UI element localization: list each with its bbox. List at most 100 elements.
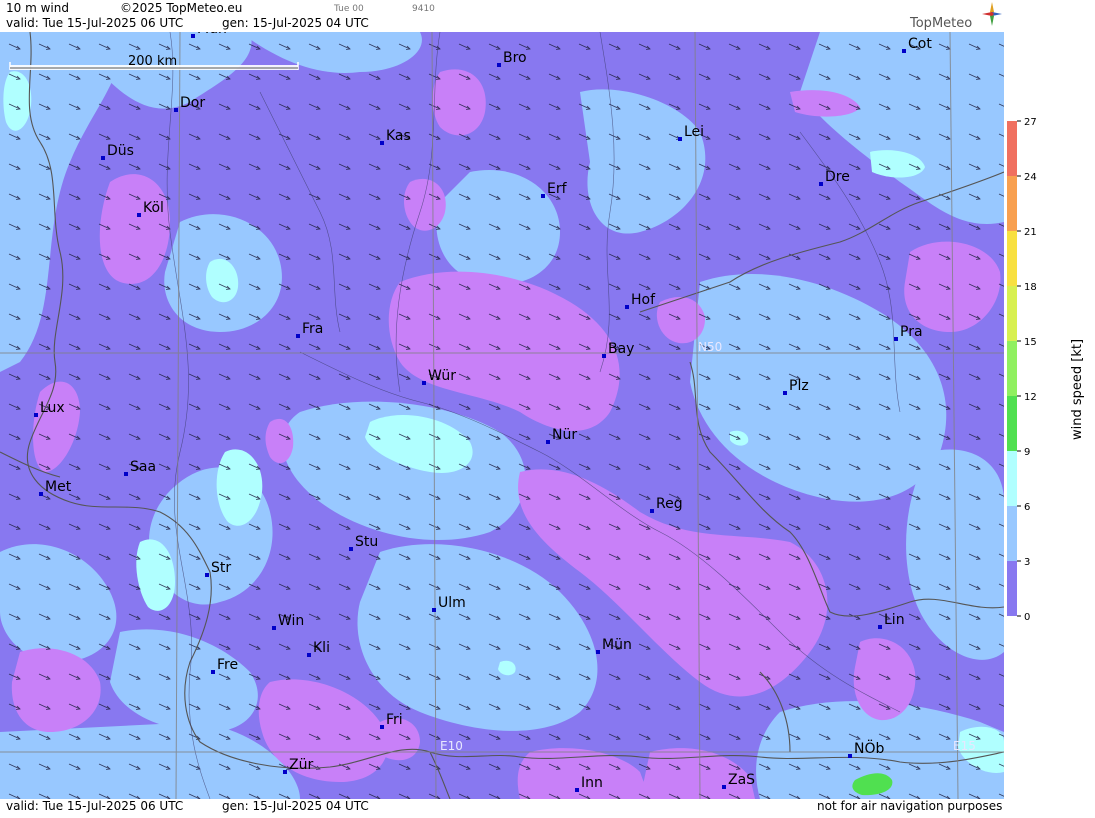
legend-tick-label: 27: [1024, 117, 1037, 128]
city-label: Saa: [130, 459, 156, 475]
footer-gen: gen: 15-Jul-2025 04 UTC: [222, 799, 369, 813]
legend-color-segment: [1007, 295, 1017, 305]
product-title: 10 m wind: [6, 1, 69, 15]
city-label: Inn: [581, 775, 603, 791]
legend-tick-label: 9: [1024, 447, 1030, 458]
legend-tick-label: 0: [1024, 612, 1030, 623]
run-label: Tue 00: [334, 4, 364, 14]
city-dot: [602, 354, 606, 358]
copyright: ©2025 TopMeteo.eu: [120, 1, 243, 15]
city-label: Nür: [552, 427, 577, 443]
city-marker: Ulm: [432, 595, 466, 612]
city-label: Erf: [547, 181, 568, 197]
city-dot: [541, 194, 545, 198]
city-dot: [497, 63, 501, 67]
city-dot: [296, 334, 300, 338]
city-dot: [124, 472, 128, 476]
legend-color-segment: [1007, 515, 1017, 525]
legend-color-segment: [1007, 130, 1017, 140]
city-dot: [307, 653, 311, 657]
city-dot: [34, 413, 38, 417]
legend-color-segment: [1007, 506, 1017, 516]
city-label: Plz: [789, 378, 809, 394]
city-label: Reg: [656, 496, 683, 512]
city-dot: [432, 608, 436, 612]
legend-color-segment: [1007, 121, 1017, 131]
legend-color-segment: [1007, 194, 1017, 204]
city-label: Köl: [143, 200, 164, 216]
legend-color-segment: [1007, 469, 1017, 479]
city-label: Düs: [107, 143, 134, 159]
city-dot: [722, 785, 726, 789]
city-label: Wür: [428, 368, 456, 384]
legend-color-segment: [1007, 350, 1017, 360]
legend-tick-label: 12: [1024, 392, 1037, 403]
map-canvas: N50 E10 E15 200 km Mün Bro Cot Dor Kas Lei Düs…: [0, 32, 1004, 799]
city-label: Bay: [608, 341, 634, 357]
city-dot: [878, 625, 882, 629]
city-dot: [272, 626, 276, 630]
city-label: Pra: [900, 324, 923, 340]
legend-title: wind speed [kt]: [1070, 339, 1085, 440]
city-label: Fra: [302, 321, 323, 337]
legend-color-segment: [1007, 286, 1017, 296]
valid-time: valid: Tue 15-Jul-2025 06 UTC: [6, 16, 184, 30]
city-label: Mün: [602, 637, 632, 653]
legend-color-segment: [1007, 185, 1017, 195]
lat-label-n50: N50: [698, 340, 722, 354]
legend-color-segment: [1007, 524, 1017, 534]
city-label: Lei: [684, 124, 704, 140]
legend-color-segment: [1007, 304, 1017, 314]
legend-color-segment: [1007, 405, 1017, 415]
compass-star-icon: [982, 2, 1002, 26]
legend-tick-label: 6: [1024, 502, 1030, 513]
city-dot: [39, 492, 43, 496]
legend-color-segment: [1007, 414, 1017, 424]
lon-label-e15: E15: [953, 739, 976, 753]
legend-color-segment: [1007, 396, 1017, 406]
footer: valid: Tue 15-Jul-2025 06 UTC gen: 15-Ju…: [0, 799, 1004, 814]
city-dot: [101, 156, 105, 160]
legend-tick-label: 15: [1024, 337, 1037, 348]
city-label: Kas: [386, 128, 411, 144]
legend-color-segment: [1007, 231, 1017, 241]
city-dot: [625, 305, 629, 309]
legend-color-segment: [1007, 460, 1017, 470]
legend-color-segment: [1007, 561, 1017, 571]
city-dot: [137, 213, 141, 217]
city-dot: [380, 725, 384, 729]
city-marker: NÖb: [848, 739, 884, 758]
legend-tick-label: 3: [1024, 557, 1030, 568]
city-dot: [596, 650, 600, 654]
topmeteo-logo: TopMeteo: [904, 2, 1004, 32]
legend-tick-label: 21: [1024, 227, 1037, 238]
city-dot: [902, 49, 906, 53]
footer-valid: valid: Tue 15-Jul-2025 06 UTC: [6, 799, 184, 813]
city-label: Hof: [631, 292, 656, 308]
city-dot: [205, 573, 209, 577]
footer-disclaimer: not for air navigation purposes: [817, 799, 1003, 813]
city-dot: [191, 34, 195, 38]
city-label: Fri: [386, 712, 403, 728]
legend-color-segment: [1007, 139, 1017, 149]
code-label: 9410: [412, 4, 435, 14]
city-dot: [283, 770, 287, 774]
city-label: Str: [211, 560, 231, 576]
legend-color-segment: [1007, 359, 1017, 369]
city-label: Cot: [908, 36, 932, 52]
city-label: Dre: [825, 169, 850, 185]
city-label: Win: [278, 613, 304, 629]
legend-color-segment: [1007, 570, 1017, 580]
city-label: Zür: [289, 757, 313, 773]
city-label: Fre: [217, 657, 238, 673]
legend-tick-label: 18: [1024, 282, 1037, 293]
city-dot: [546, 440, 550, 444]
legend-color-segment: [1007, 451, 1017, 461]
city-label: Lux: [40, 400, 65, 416]
wind-map[interactable]: N50 E10 E15 200 km Mün Bro Cot Dor Kas Lei Düs…: [0, 32, 1004, 799]
city-label: Lin: [884, 612, 905, 628]
city-dot: [422, 381, 426, 385]
legend-color-segment: [1007, 249, 1017, 259]
legend-color-segment: [1007, 176, 1017, 186]
city-dot: [349, 547, 353, 551]
